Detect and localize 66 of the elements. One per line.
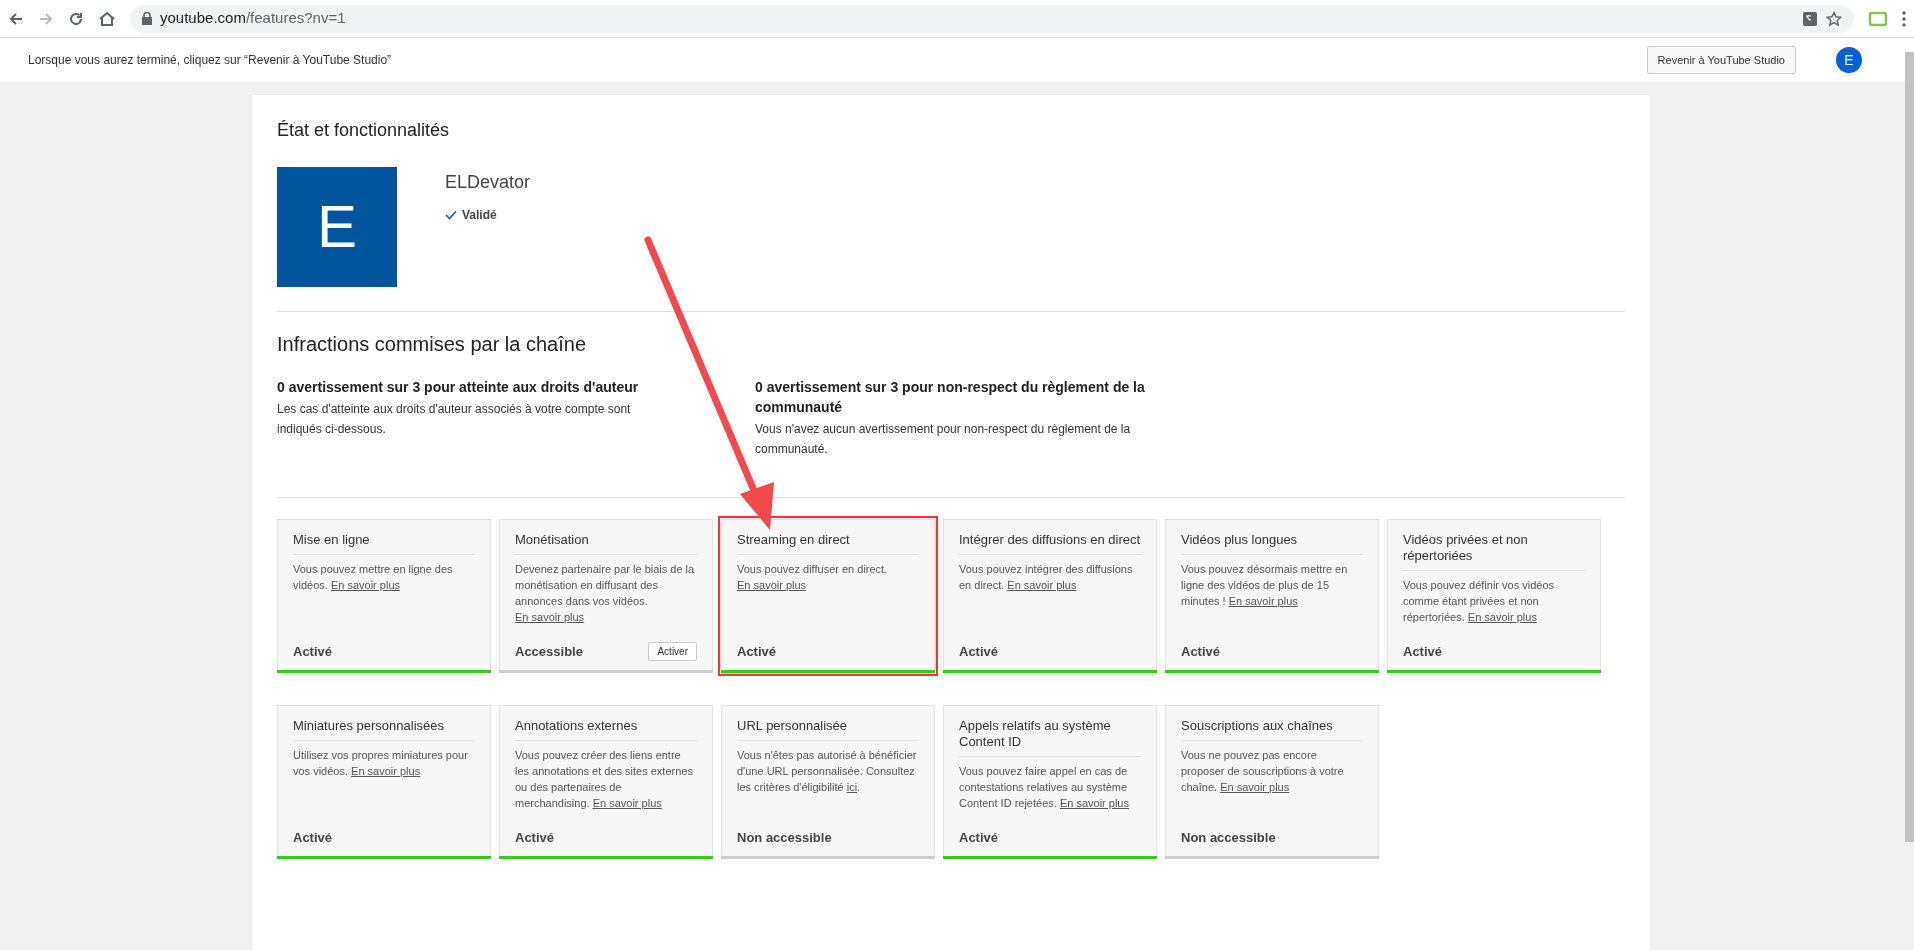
feature-description: Vous pouvez désormais mettre en ligne des vidéos de plus de 15 minutes ! En savoir plus	[1181, 562, 1349, 609]
feature-title: Annotations externes	[515, 718, 697, 741]
feature-title: Vidéos plus longues	[1181, 532, 1363, 555]
return-studio-button[interactable]: Revenir à YouTube Studio	[1646, 46, 1796, 74]
strike-description: Vous n'avez aucun avertissement pour non-respect du règlement de la communauté.	[755, 421, 1132, 458]
learn-more-link[interactable]: En savoir plus	[330, 579, 400, 591]
feature-title: Mise en ligne	[293, 532, 475, 555]
translate-icon[interactable]	[1802, 10, 1818, 27]
feature-title: Monétisation	[515, 532, 697, 555]
feature-description: Vous pouvez définir vos vidéos comme étant privées et non répertoriées. En savoir plus	[1403, 578, 1556, 625]
feature-title: Intégrer des diffusions en direct	[959, 532, 1141, 555]
feature-description: Vous pouvez mettre en ligne des vidéos. En savoir plus	[293, 562, 454, 593]
strike-heading: 0 avertissement sur 3 pour atteinte aux droits d'auteur	[277, 378, 640, 397]
page-title: État et fonctionnalités	[277, 119, 451, 142]
feature-status: Non accessible	[1181, 828, 1276, 847]
channel-avatar: E	[277, 167, 397, 287]
feature-status: Activé	[293, 828, 333, 847]
feature-title: Appels relatifs au système Content ID	[959, 718, 1141, 757]
menu-icon[interactable]	[1902, 10, 1906, 27]
feature-description: Vous pouvez faire appel en cas de contestations relatives au système Content ID rejetées. En savoir plus	[959, 764, 1130, 811]
feature-status: Activé	[515, 828, 555, 847]
feature-description: Vous ne pouvez pas encore proposer de souscriptions à votre chaîne. En savoir plus	[1181, 748, 1345, 795]
feature-title: Vidéos privées et non répertoriées	[1403, 532, 1585, 571]
check-icon	[445, 210, 457, 220]
learn-more-link[interactable]: En savoir plus	[1059, 797, 1129, 809]
feature-description: Devenez partenaire par le biais de la monétisation en diffusant des annonces dans vos vidéos. En savoir plus	[515, 562, 696, 625]
learn-more-link[interactable]: En savoir plus	[1007, 579, 1077, 591]
reload-icon[interactable]	[68, 10, 84, 27]
feature-description: Vous pouvez créer des liens entre les annotations et des sites externes ou des partenaires de merchandising. En savoir plus	[515, 748, 694, 811]
feature-status: Activé	[959, 642, 999, 661]
feature-title: URL personnalisée	[737, 718, 919, 741]
feature-title: Souscriptions aux chaînes	[1181, 718, 1363, 741]
channel-name: ELDevator	[445, 171, 531, 194]
address-bar[interactable]: youtube.com/features?nv=1	[130, 4, 1854, 33]
home-icon[interactable]	[98, 10, 116, 27]
user-avatar[interactable]: E	[1836, 47, 1862, 73]
back-icon[interactable]	[8, 10, 24, 27]
feature-description: Utilisez vos propres miniatures pour vos vidéos. En savoir plus	[293, 748, 469, 779]
learn-more-link[interactable]: En savoir plus	[1228, 595, 1298, 607]
url-text: youtube.com/features?nv=1	[160, 8, 346, 29]
learn-more-link[interactable]: En savoir plus	[515, 611, 585, 623]
activate-button[interactable]: Activer	[648, 641, 697, 661]
feature-title: Miniatures personnalisées	[293, 718, 475, 741]
star-icon[interactable]	[1826, 10, 1842, 27]
feature-status: Activé	[1181, 642, 1221, 661]
verified-status: Validé	[462, 207, 497, 224]
learn-more-link[interactable]: En savoir plus	[1220, 781, 1290, 793]
feature-status: Accessible	[515, 642, 583, 661]
feature-description: Vous n'êtes pas autorisé à bénéficier d'une URL personnalisée. Consultez les critères d'éligibilité ici.	[737, 748, 918, 795]
feature-description: Vous pouvez intégrer des diffusions en direct. En savoir plus	[959, 562, 1134, 593]
learn-more-link[interactable]: En savoir plus	[737, 579, 807, 591]
learn-more-link[interactable]: En savoir plus	[1467, 611, 1537, 623]
feature-status: Non accessible	[737, 828, 832, 847]
section-title: Infractions commises par la chaîne	[277, 332, 588, 357]
learn-more-link[interactable]: En savoir plus	[592, 797, 662, 809]
feature-status: Activé	[959, 828, 999, 847]
lock-icon	[142, 12, 152, 25]
feature-description: Vous pouvez diffuser en direct. En savoir plus	[737, 562, 889, 593]
strike-heading: 0 avertissement sur 3 pour non-respect du règlement de la communauté	[755, 378, 1146, 417]
notice-text: Lorsque vous aurez terminé, cliquez sur “Revenir à YouTube Studio”	[28, 52, 392, 69]
feature-status: Activé	[1403, 642, 1443, 661]
feature-title: Streaming en direct	[737, 532, 919, 555]
learn-more-link[interactable]: En savoir plus	[351, 765, 421, 777]
strike-description: Les cas d'atteinte aux droits d'auteur associés à votre compte sont indiqués ci-dessous.	[277, 401, 632, 438]
feature-status: Activé	[737, 642, 777, 661]
feature-status: Activé	[293, 642, 333, 661]
